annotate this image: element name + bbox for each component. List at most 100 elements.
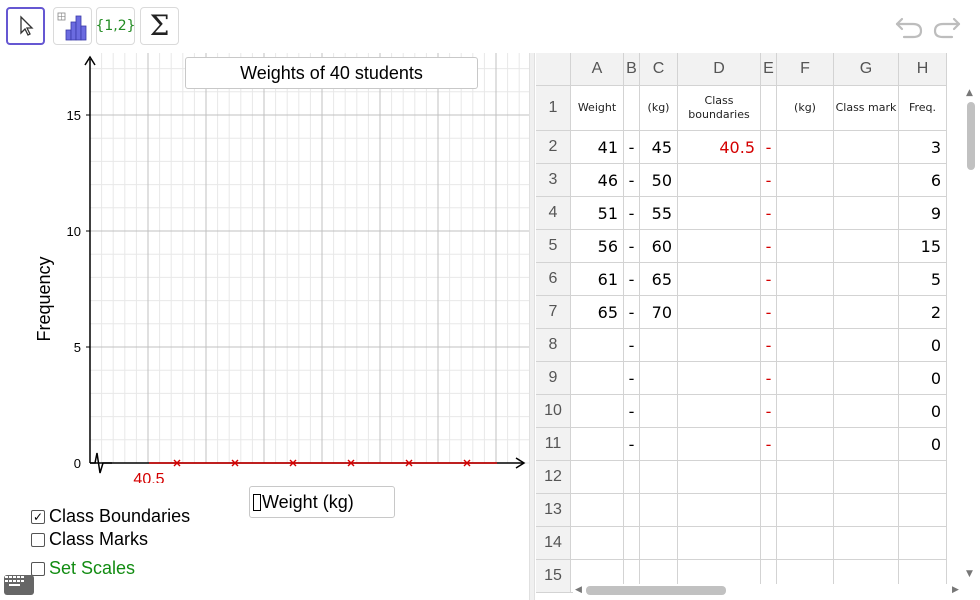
spreadsheet-cell[interactable]: 0 (899, 362, 947, 395)
spreadsheet-cell[interactable] (899, 494, 947, 527)
spreadsheet-cell[interactable] (678, 461, 761, 494)
spreadsheet-cell[interactable] (834, 527, 899, 560)
set-scales-checkbox[interactable]: Set Scales (31, 558, 135, 579)
spreadsheet-cell[interactable]: Class boundaries (678, 86, 761, 131)
spreadsheet-cell[interactable] (571, 494, 624, 527)
spreadsheet-cell[interactable]: - (624, 329, 640, 362)
spreadsheet-cell[interactable]: 2 (899, 296, 947, 329)
list-tool-button[interactable]: {1,2} (95, 7, 136, 45)
spreadsheet-cell[interactable]: - (624, 230, 640, 263)
spreadsheet-cell[interactable] (571, 428, 624, 461)
spreadsheet-cell[interactable] (777, 197, 834, 230)
spreadsheet-cell[interactable] (777, 527, 834, 560)
spreadsheet-cell[interactable] (777, 131, 834, 164)
spreadsheet-cell[interactable]: - (761, 428, 777, 461)
column-header-c[interactable]: C (640, 53, 678, 86)
scroll-left-icon[interactable]: ◀ (575, 585, 582, 595)
spreadsheet-cell[interactable] (777, 428, 834, 461)
graphics-view[interactable]: 0 5 10 15 Frequency 40.5 Weights of 40 studen… (0, 53, 529, 600)
weight-input[interactable]: Weight (kg) (249, 486, 395, 518)
spreadsheet-cell[interactable] (678, 428, 761, 461)
spreadsheet-cell[interactable] (571, 461, 624, 494)
spreadsheet-cell[interactable] (761, 494, 777, 527)
spreadsheet-cell[interactable]: - (624, 428, 640, 461)
row-header[interactable]: 9 (536, 362, 571, 395)
spreadsheet-cell[interactable] (777, 494, 834, 527)
spreadsheet-cell[interactable] (761, 86, 777, 131)
spreadsheet-cell[interactable]: 45 (640, 131, 678, 164)
spreadsheet-cell[interactable]: 61 (571, 263, 624, 296)
column-header-b[interactable]: B (624, 53, 640, 86)
spreadsheet-cell[interactable] (777, 296, 834, 329)
spreadsheet-cell[interactable] (640, 527, 678, 560)
spreadsheet-cell[interactable]: 6 (899, 164, 947, 197)
spreadsheet-cell[interactable] (834, 197, 899, 230)
checkbox-checked-icon[interactable]: ✓ (31, 509, 45, 524)
row-header[interactable]: 7 (536, 296, 571, 329)
spreadsheet-cell[interactable]: 9 (899, 197, 947, 230)
move-tool-button[interactable] (6, 7, 45, 45)
row-header[interactable]: 4 (536, 197, 571, 230)
column-header-f[interactable]: F (777, 53, 834, 86)
row-header[interactable]: 12 (536, 461, 571, 494)
row-header[interactable]: 14 (536, 527, 571, 560)
spreadsheet-cell[interactable]: - (761, 395, 777, 428)
row-header[interactable]: 10 (536, 395, 571, 428)
spreadsheet-cell[interactable]: 65 (571, 296, 624, 329)
keyboard-button[interactable] (4, 575, 34, 595)
sum-tool-button[interactable]: Σ (140, 7, 179, 45)
spreadsheet-cell[interactable] (571, 329, 624, 362)
row-header[interactable]: 11 (536, 428, 571, 461)
checkbox-unchecked-icon[interactable] (31, 561, 45, 576)
chart-title[interactable]: Weights of 40 students (185, 57, 478, 89)
spreadsheet-cell[interactable] (834, 296, 899, 329)
spreadsheet-cell[interactable]: 15 (899, 230, 947, 263)
spreadsheet-cell[interactable]: Freq. (899, 86, 947, 131)
checkbox-unchecked-icon[interactable] (31, 532, 45, 547)
spreadsheet-cell[interactable] (640, 395, 678, 428)
spreadsheet-cell[interactable] (571, 362, 624, 395)
spreadsheet-cell[interactable] (834, 395, 899, 428)
spreadsheet-cell[interactable] (678, 329, 761, 362)
spreadsheet-cell[interactable]: 51 (571, 197, 624, 230)
spreadsheet-cell[interactable] (624, 86, 640, 131)
class-marks-checkbox[interactable]: Class Marks (31, 529, 148, 550)
column-header-e[interactable]: E (761, 53, 777, 86)
spreadsheet-cell[interactable]: 50 (640, 164, 678, 197)
spreadsheet-cell[interactable]: 55 (640, 197, 678, 230)
spreadsheet-cell[interactable] (777, 329, 834, 362)
vertical-scroll-thumb[interactable] (967, 102, 975, 170)
spreadsheet-cell[interactable]: - (761, 296, 777, 329)
row-header[interactable]: 13 (536, 494, 571, 527)
column-header-d[interactable]: D (678, 53, 761, 86)
spreadsheet-cell[interactable] (571, 395, 624, 428)
scroll-right-icon[interactable]: ▶ (952, 585, 959, 595)
spreadsheet-cell[interactable]: 3 (899, 131, 947, 164)
spreadsheet-cell[interactable] (624, 527, 640, 560)
spreadsheet-cell[interactable] (571, 527, 624, 560)
spreadsheet-cell[interactable] (834, 230, 899, 263)
spreadsheet-cell[interactable] (678, 197, 761, 230)
spreadsheet-cell[interactable]: - (624, 395, 640, 428)
histogram-tool-button[interactable] (53, 7, 92, 45)
spreadsheet-cell[interactable] (678, 527, 761, 560)
spreadsheet-cell[interactable]: - (761, 329, 777, 362)
spreadsheet-cell[interactable]: 70 (640, 296, 678, 329)
spreadsheet-cell[interactable] (678, 263, 761, 296)
spreadsheet-cell[interactable] (834, 164, 899, 197)
spreadsheet-cell[interactable]: - (761, 230, 777, 263)
spreadsheet-cell[interactable] (678, 494, 761, 527)
spreadsheet-cell[interactable]: Class mark (834, 86, 899, 131)
spreadsheet-cell[interactable] (777, 362, 834, 395)
redo-icon[interactable] (932, 13, 962, 41)
spreadsheet-cell[interactable] (777, 395, 834, 428)
spreadsheet-cell[interactable]: - (624, 362, 640, 395)
spreadsheet-cell[interactable]: - (761, 197, 777, 230)
spreadsheet-cell[interactable] (834, 329, 899, 362)
spreadsheet-cell[interactable] (834, 494, 899, 527)
spreadsheet-cell[interactable]: - (624, 296, 640, 329)
spreadsheet-cell[interactable] (777, 164, 834, 197)
spreadsheet-cell[interactable]: 0 (899, 395, 947, 428)
spreadsheet-cell[interactable] (777, 263, 834, 296)
spreadsheet-cell[interactable]: - (761, 164, 777, 197)
